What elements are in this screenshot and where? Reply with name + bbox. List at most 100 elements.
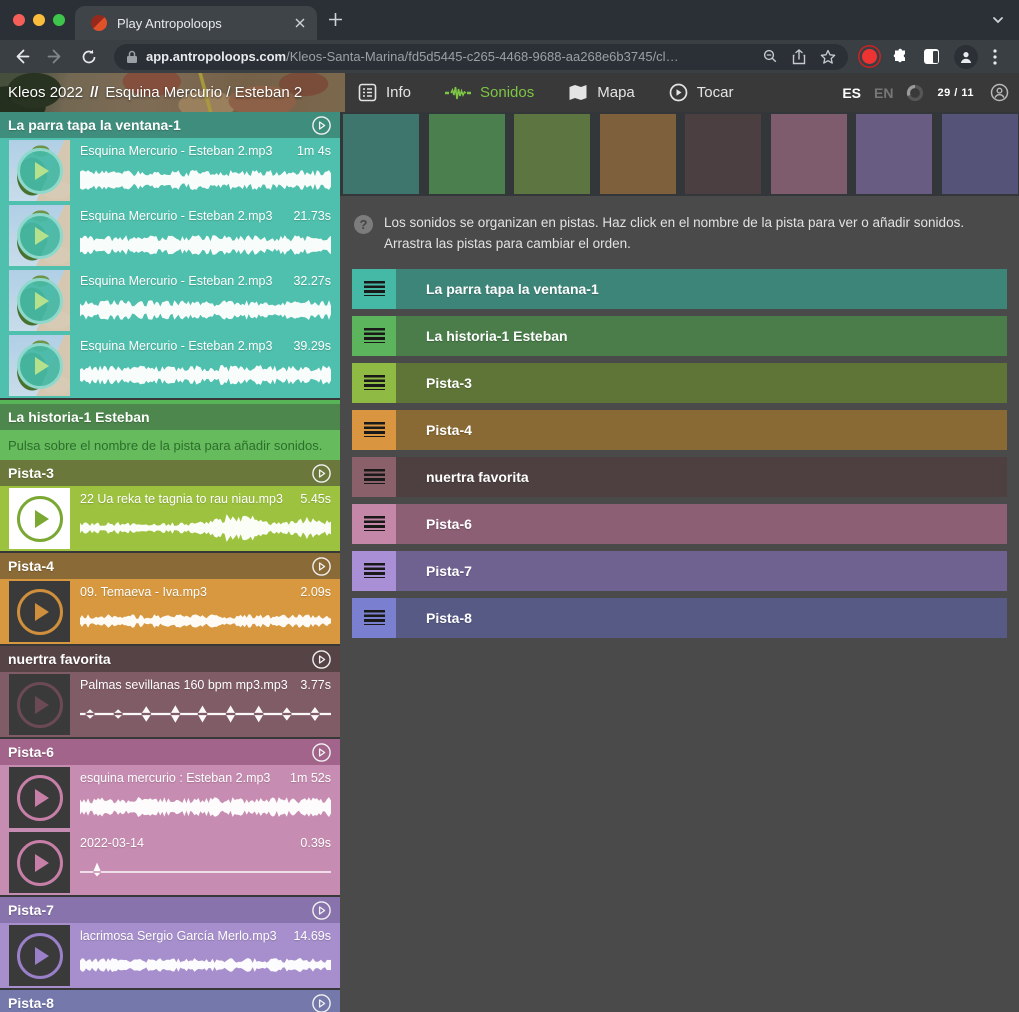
- clip-play-icon[interactable]: [17, 148, 63, 194]
- track-section-header[interactable]: Pista-4: [0, 553, 340, 579]
- track-color-swatch[interactable]: [685, 114, 761, 194]
- back-button[interactable]: [8, 44, 34, 70]
- clip-play-icon[interactable]: [17, 213, 63, 259]
- clip-thumbnail[interactable]: [9, 205, 70, 266]
- bookmark-star-icon[interactable]: [820, 49, 836, 65]
- lock-icon[interactable]: [126, 50, 138, 64]
- record-extension-icon[interactable]: [862, 49, 877, 64]
- drag-handle[interactable]: [352, 269, 396, 309]
- track-row[interactable]: Pista-3: [352, 363, 1007, 403]
- clip-play-icon[interactable]: [17, 933, 63, 979]
- audio-clip[interactable]: 09. Temaeva - Iva.mp32.09s: [0, 579, 340, 644]
- track-row[interactable]: nuertra favorita: [352, 457, 1007, 497]
- section-play-button[interactable]: [311, 742, 332, 763]
- clip-play-icon[interactable]: [17, 496, 63, 542]
- track-color-swatch[interactable]: [856, 114, 932, 194]
- track-color-swatch[interactable]: [942, 114, 1018, 194]
- track-row-body[interactable]: La parra tapa la ventana-1: [396, 269, 1007, 309]
- audio-clip[interactable]: Esquina Mercurio - Esteban 2.mp321.73s: [0, 203, 340, 268]
- zoom-out-icon[interactable]: [763, 49, 778, 64]
- macos-zoom-button[interactable]: [53, 14, 65, 26]
- account-icon[interactable]: [990, 83, 1009, 102]
- section-play-button[interactable]: [311, 900, 332, 921]
- track-row-body[interactable]: Pista-6: [396, 504, 1007, 544]
- track-color-swatch[interactable]: [429, 114, 505, 194]
- clip-thumbnail[interactable]: [9, 488, 70, 549]
- clip-play-icon[interactable]: [17, 840, 63, 886]
- audio-clip[interactable]: esquina mercurio : Esteban 2.mp31m 52s: [0, 765, 340, 830]
- new-tab-button[interactable]: [328, 12, 343, 32]
- track-color-swatch[interactable]: [514, 114, 590, 194]
- audio-clip[interactable]: lacrimosa Sergio García Merlo.mp314.69s: [0, 923, 340, 988]
- nav-item-tocar[interactable]: Tocar: [669, 83, 734, 102]
- tab-search-chevron-icon[interactable]: [991, 13, 1005, 32]
- drag-handle[interactable]: [352, 598, 396, 638]
- track-row-body[interactable]: Pista-4: [396, 410, 1007, 450]
- forward-button[interactable]: [42, 44, 68, 70]
- url-bar[interactable]: app.antropoloops.com/Kleos-Santa-Marina/…: [114, 44, 848, 70]
- clip-play-icon[interactable]: [17, 343, 63, 389]
- drag-handle[interactable]: [352, 316, 396, 356]
- track-row-body[interactable]: Pista-7: [396, 551, 1007, 591]
- track-section-header[interactable]: Pista-3: [0, 460, 340, 486]
- track-color-swatch[interactable]: [771, 114, 847, 194]
- nav-item-mapa[interactable]: Mapa: [568, 84, 635, 101]
- browser-tab[interactable]: Play Antropoloops: [75, 6, 317, 40]
- section-play-button[interactable]: [311, 115, 332, 136]
- track-color-swatch[interactable]: [343, 114, 419, 194]
- section-play-button[interactable]: [311, 993, 332, 1012]
- track-section-header[interactable]: Pista-6: [0, 739, 340, 765]
- section-play-button[interactable]: [311, 649, 332, 670]
- audio-clip[interactable]: Esquina Mercurio - Esteban 2.mp332.27s: [0, 268, 340, 333]
- track-section-header[interactable]: La historia-1 Esteban: [0, 404, 340, 430]
- audio-clip[interactable]: Palmas sevillanas 160 bpm mp3.mp33.77s: [0, 672, 340, 737]
- audio-clip[interactable]: 2022-03-140.39s: [0, 830, 340, 895]
- track-row[interactable]: Pista-4: [352, 410, 1007, 450]
- track-row-body[interactable]: Pista-8: [396, 598, 1007, 638]
- track-row[interactable]: La historia-1 Esteban: [352, 316, 1007, 356]
- track-section-header[interactable]: nuertra favorita: [0, 646, 340, 672]
- help-question-icon[interactable]: ?: [354, 215, 373, 234]
- nav-item-sonidos[interactable]: Sonidos: [445, 84, 534, 102]
- reload-button[interactable]: [76, 44, 102, 70]
- track-color-swatch[interactable]: [600, 114, 676, 194]
- audio-clip[interactable]: 22 Ua reka te tagnia to rau niau.mp35.45…: [0, 486, 340, 551]
- macos-minimize-button[interactable]: [33, 14, 45, 26]
- audio-clip[interactable]: Esquina Mercurio - Esteban 2.mp339.29s: [0, 333, 340, 398]
- drag-handle[interactable]: [352, 551, 396, 591]
- track-row-body[interactable]: La historia-1 Esteban: [396, 316, 1007, 356]
- track-row-body[interactable]: Pista-3: [396, 363, 1007, 403]
- share-icon[interactable]: [792, 49, 806, 65]
- track-row[interactable]: Pista-8: [352, 598, 1007, 638]
- extensions-puzzle-icon[interactable]: [892, 48, 909, 65]
- browser-menu-kebab-icon[interactable]: [993, 49, 997, 65]
- track-section-header[interactable]: La parra tapa la ventana-1: [0, 112, 340, 138]
- section-play-button[interactable]: [311, 556, 332, 577]
- clip-thumbnail[interactable]: [9, 925, 70, 986]
- drag-handle[interactable]: [352, 504, 396, 544]
- drag-handle[interactable]: [352, 410, 396, 450]
- track-section-header[interactable]: Pista-7: [0, 897, 340, 923]
- clip-thumbnail[interactable]: [9, 140, 70, 201]
- track-section-header[interactable]: Pista-8: [0, 990, 340, 1012]
- profile-avatar[interactable]: [954, 45, 978, 69]
- track-row[interactable]: La parra tapa la ventana-1: [352, 269, 1007, 309]
- section-play-button[interactable]: [311, 463, 332, 484]
- clip-thumbnail[interactable]: [9, 335, 70, 396]
- clip-thumbnail[interactable]: [9, 581, 70, 642]
- nav-item-info[interactable]: Info: [358, 83, 411, 102]
- drag-handle[interactable]: [352, 457, 396, 497]
- audio-clip[interactable]: Esquina Mercurio - Esteban 2.mp31m 4s: [0, 138, 340, 203]
- clip-thumbnail[interactable]: [9, 832, 70, 893]
- lang-en-button[interactable]: EN: [874, 85, 893, 101]
- clip-thumbnail[interactable]: [9, 767, 70, 828]
- clip-thumbnail[interactable]: [9, 674, 70, 735]
- clip-play-icon[interactable]: [17, 682, 63, 728]
- clip-play-icon[interactable]: [17, 278, 63, 324]
- clip-thumbnail[interactable]: [9, 270, 70, 331]
- clip-play-icon[interactable]: [17, 775, 63, 821]
- track-row[interactable]: Pista-7: [352, 551, 1007, 591]
- track-row[interactable]: Pista-6: [352, 504, 1007, 544]
- clip-play-icon[interactable]: [17, 589, 63, 635]
- side-panel-extension-icon[interactable]: [924, 49, 939, 64]
